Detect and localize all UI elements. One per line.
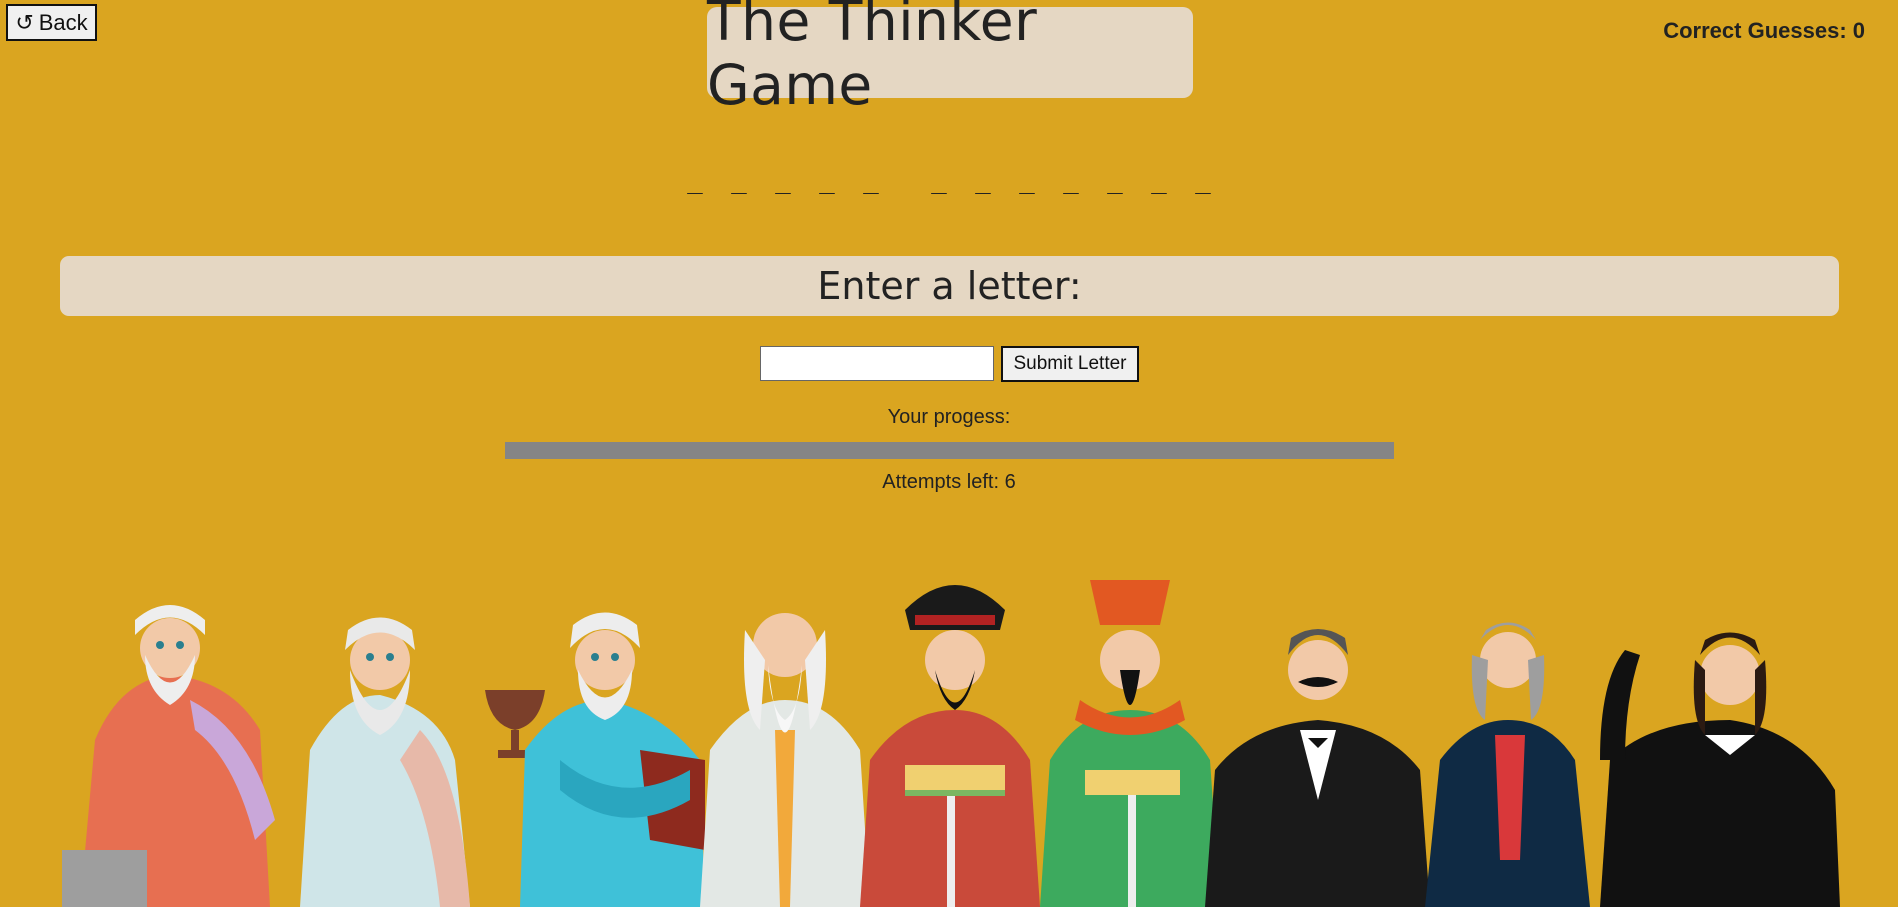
back-button[interactable]: ↺ Back <box>6 4 97 41</box>
undo-arrow-icon: ↺ <box>15 9 34 35</box>
letter-slot: _ <box>687 165 703 195</box>
submit-letter-button[interactable]: Submit Letter <box>1001 346 1139 382</box>
letter-input[interactable] <box>760 346 994 381</box>
progress-bar <box>505 442 1394 459</box>
thinker-laozi <box>700 613 870 907</box>
prompt-text: Enter a letter: <box>817 264 1082 308</box>
letter-slot: _ <box>1063 165 1079 195</box>
correct-guesses-counter: Correct Guesses: 0 <box>1663 18 1865 43</box>
back-label: Back <box>38 9 88 35</box>
letter-slot: _ <box>731 165 747 195</box>
thinker-voltaire <box>1425 622 1590 907</box>
letter-slot: _ <box>1019 165 1035 195</box>
letter-slot: _ <box>863 165 879 195</box>
page-title: The Thinker Game <box>707 0 1193 117</box>
progress-label: Your progess: <box>887 406 1011 428</box>
letter-slot: _ <box>1195 165 1211 195</box>
thinker-aristotle <box>520 612 705 907</box>
thinker-confucius <box>860 585 1040 907</box>
letter-prompt: Enter a letter: <box>60 256 1839 316</box>
word-gap <box>893 165 917 195</box>
thinker-plato <box>62 605 275 907</box>
thinker-descartes <box>1600 632 1840 907</box>
thinker-socrates <box>300 617 470 907</box>
thinker-nietzsche <box>1205 629 1430 907</box>
hidden-word: _ _ _ _ _ _ _ _ _ _ _ _ <box>0 165 1898 195</box>
title-text: The Thinker Game <box>707 0 1038 117</box>
letter-slot: _ <box>975 165 991 195</box>
letter-slot: _ <box>1107 165 1123 195</box>
letter-slot: _ <box>775 165 791 195</box>
thinker-sun-tzu <box>1040 580 1220 907</box>
letter-slot: _ <box>819 165 835 195</box>
letter-slot: _ <box>931 165 947 195</box>
attempts-left: Attempts left: 6 <box>882 471 1016 493</box>
thinkers-illustration <box>62 580 1840 907</box>
letter-slot: _ <box>1151 165 1167 195</box>
